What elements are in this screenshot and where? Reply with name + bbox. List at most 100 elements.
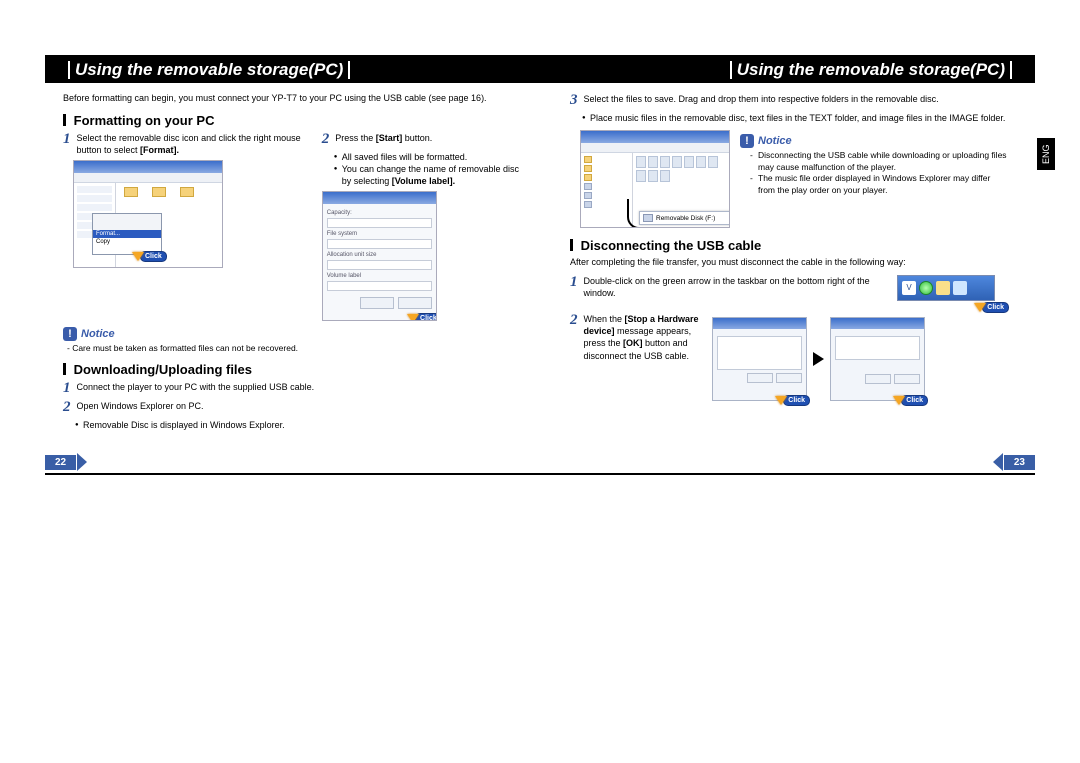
explorer-screenshot-right: Removable Disk (F:)	[580, 130, 730, 228]
formatting-step-1: 1 Select the removable disc icon and cli…	[63, 132, 308, 156]
right-step-3-bullet: Place music files in the removable disc,…	[582, 112, 1007, 124]
format-close-button	[398, 297, 432, 309]
step-number-icon: 2	[322, 132, 330, 147]
header-bar: Using the removable storage(PC) Using th…	[45, 57, 1035, 83]
notice-label: Notice	[81, 328, 115, 340]
click-callout: Click	[893, 395, 928, 406]
download-step-2: 2 Open Windows Explorer on PC.	[63, 400, 522, 415]
context-menu-copy: Copy	[93, 238, 161, 246]
click-callout: Click	[132, 251, 167, 262]
disconnect-step-1-text: Double-click on the green arrow in the t…	[584, 275, 886, 299]
folder-icon	[584, 174, 592, 181]
section-download-title: Downloading/Uploading files	[74, 362, 252, 377]
cursor-icon	[893, 396, 905, 405]
context-menu-format: Format...	[93, 230, 161, 238]
page-number-left: 22	[45, 453, 87, 471]
notice-heading: ! Notice	[63, 327, 522, 341]
window-titlebar	[323, 192, 436, 204]
header-title-right: Using the removable storage(PC)	[737, 60, 1005, 80]
step-number-icon: 1	[570, 275, 578, 299]
formatting-step-1-text: Select the removable disc icon and click…	[77, 132, 308, 156]
header-divider-icon	[1010, 61, 1012, 79]
download-step-2-text: Open Windows Explorer on PC.	[77, 400, 204, 415]
format-start-button	[360, 297, 394, 309]
safely-remove-icon	[919, 281, 933, 295]
header-title-left: Using the removable storage(PC)	[75, 60, 343, 80]
folder-tree	[581, 153, 633, 227]
cursor-icon	[407, 314, 419, 321]
window-toolbar	[581, 143, 729, 153]
header-divider-icon	[730, 61, 732, 79]
section-download-heading: Downloading/Uploading files	[63, 362, 522, 377]
window-titlebar	[831, 318, 924, 329]
heading-bar-icon	[63, 363, 66, 375]
folder-icon	[584, 165, 592, 172]
heading-bar-icon	[570, 239, 573, 251]
window-titlebar	[581, 131, 729, 143]
drive-icon	[643, 214, 653, 222]
header-divider-icon	[68, 61, 70, 79]
window-toolbar	[74, 173, 222, 183]
stop-hardware-dialog-2: Click	[830, 317, 925, 401]
folder-icon	[180, 187, 194, 197]
tray-app-icon	[953, 281, 967, 295]
folder-icon	[584, 156, 592, 163]
click-callout: Click	[974, 302, 1009, 313]
context-menu-item	[93, 222, 161, 230]
click-label: Click	[140, 251, 167, 262]
notice-dash-1: Disconnecting the USB cable while downlo…	[750, 150, 1007, 173]
removable-disk-callout: Removable Disk (F:)	[639, 211, 730, 225]
header-divider-icon	[348, 61, 350, 79]
click-callout: Click	[407, 313, 437, 321]
manual-spread: Using the removable storage(PC) Using th…	[45, 55, 1035, 475]
heading-bar-icon	[63, 114, 66, 126]
step-number-icon: 2	[63, 400, 71, 415]
step-number-icon: 1	[63, 132, 71, 156]
window-titlebar	[74, 161, 222, 173]
step-number-icon: 2	[570, 313, 578, 362]
disconnect-intro: After completing the file transfer, you …	[570, 257, 1007, 269]
notice-icon: !	[740, 134, 754, 148]
folder-icon	[152, 187, 166, 197]
right-page: ENG 3 Select the files to save. Drag and…	[540, 83, 1035, 473]
download-step-1: 1 Connect the player to your PC with the…	[63, 381, 522, 396]
window-titlebar	[713, 318, 806, 329]
left-page: Before formatting can begin, you must co…	[45, 83, 540, 473]
cursor-icon	[974, 303, 986, 312]
click-label: Click	[783, 395, 810, 406]
explorer-screenshot: Format... Copy Click	[73, 160, 223, 268]
section-formatting-title: Formatting on your PC	[74, 113, 215, 128]
cursor-icon	[132, 252, 144, 261]
right-step-3: 3 Select the files to save. Drag and dro…	[570, 93, 1007, 108]
step-number-icon: 3	[570, 93, 578, 108]
page-number-right: 23	[993, 453, 1035, 471]
click-callout: Click	[775, 395, 810, 406]
click-label: Click	[901, 395, 928, 406]
tray-app-icon: V	[902, 281, 916, 295]
language-tab: ENG	[1037, 138, 1055, 170]
arrow-right-icon	[813, 352, 824, 366]
notice-text: - Care must be taken as formatted files …	[67, 343, 522, 354]
section-disconnect-title: Disconnecting the USB cable	[581, 238, 762, 253]
notice-icon: !	[63, 327, 77, 341]
download-step-1-text: Connect the player to your PC with the s…	[77, 381, 315, 396]
disconnect-step-2-text: When the [Stop a Hardware device] messag…	[584, 313, 701, 362]
taskbar-tray-screenshot: V	[897, 275, 995, 301]
step-number-icon: 1	[63, 381, 71, 396]
right-step-3-text: Select the files to save. Drag and drop …	[584, 93, 939, 108]
notice-dash-list: Disconnecting the USB cable while downlo…	[740, 150, 1007, 196]
notice-heading: ! Notice	[740, 134, 1007, 148]
formatting-step-2: 2 Press the [Start] button.	[322, 132, 522, 147]
format-dialog-screenshot: Capacity: File system Allocation unit si…	[322, 191, 437, 321]
notice-label: Notice	[758, 135, 792, 147]
download-bullet: Removable Disc is displayed in Windows E…	[75, 419, 522, 431]
context-menu: Format... Copy	[92, 213, 162, 255]
drive-icon	[584, 192, 592, 199]
disconnect-step-1: 1 Double-click on the green arrow in the…	[570, 275, 885, 299]
page-spread: Before formatting can begin, you must co…	[45, 83, 1035, 473]
intro-text: Before formatting can begin, you must co…	[63, 93, 522, 105]
drive-icon	[584, 183, 592, 190]
click-label: Click	[982, 302, 1009, 313]
folder-icon	[124, 187, 138, 197]
notice-dash-2: The music file order displayed in Window…	[750, 173, 1007, 196]
